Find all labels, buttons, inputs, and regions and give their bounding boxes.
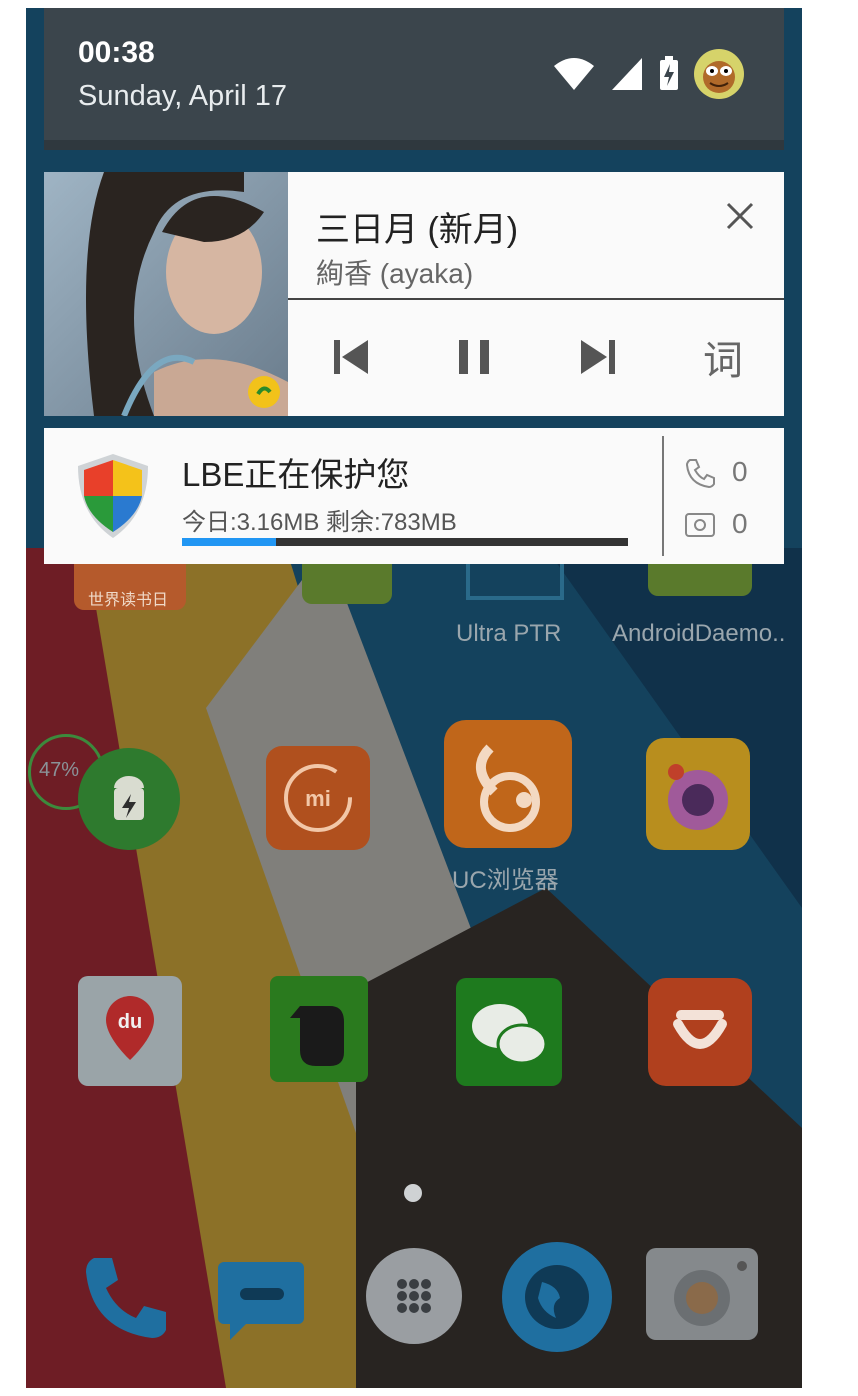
app-camera360[interactable] <box>646 738 750 850</box>
header-shadow <box>44 140 784 150</box>
clock-date: Sunday, April 17 <box>78 80 288 112</box>
data-usage-progress <box>182 538 628 546</box>
avatar-face-icon <box>703 61 735 93</box>
lbe-title: LBE正在保护您 <box>182 456 410 493</box>
battery-percent: 47% <box>39 759 80 781</box>
app-mi[interactable]: mi <box>266 746 370 850</box>
music-notification[interactable]: 三日月 (新月) 絢香 (ayaka) 词 <box>44 172 784 416</box>
close-icon <box>726 202 754 230</box>
svg-text:du: du <box>118 1011 142 1033</box>
status-icons <box>552 48 744 100</box>
skip-previous-icon <box>334 340 368 374</box>
mi-logo-icon: mi <box>284 764 352 832</box>
battery-charging-icon <box>660 56 678 90</box>
dock-phone[interactable] <box>76 1246 180 1346</box>
blocked-messages-count: 0 <box>732 508 748 539</box>
app-label-ultra-ptr: Ultra PTR <box>456 620 562 647</box>
data-usage-fill <box>182 538 276 546</box>
shield-icon <box>78 454 148 538</box>
skip-next-icon <box>581 340 615 374</box>
song-title: 三日月 (新月) <box>316 211 519 249</box>
app-uc-browser[interactable] <box>444 720 572 848</box>
chat-bubbles-icon <box>472 1004 548 1065</box>
elephant-icon <box>290 1006 344 1066</box>
phone-screen: 世界读书日 Ultra PTR AndroidDaemo.. 47% mi UC… <box>26 8 802 1388</box>
clock-time: 00:38 <box>78 36 155 69</box>
lbe-divider <box>662 436 664 556</box>
app-wechat[interactable] <box>456 978 562 1086</box>
apps-grid-icon <box>397 1279 431 1313</box>
page-indicator-dot <box>404 1184 422 1202</box>
cell-signal-icon <box>612 58 642 90</box>
squirrel-icon <box>476 744 540 832</box>
media-divider <box>288 298 784 300</box>
app-smile[interactable] <box>648 978 752 1086</box>
call-icon <box>685 459 715 488</box>
phone-icon <box>86 1258 166 1338</box>
dock-messages[interactable] <box>216 1258 326 1348</box>
lyrics-label: 词 <box>703 339 743 383</box>
dock-camera[interactable] <box>646 1248 758 1340</box>
song-artist: 絢香 (ayaka) <box>316 258 474 289</box>
dock-app-drawer[interactable] <box>366 1248 462 1344</box>
camera-icon <box>674 1261 747 1326</box>
app-label-android-daemon: AndroidDaemo.. <box>612 620 786 647</box>
close-button[interactable] <box>720 196 760 236</box>
message-icon <box>685 513 715 537</box>
next-button[interactable] <box>561 320 635 394</box>
smile-icon <box>673 1010 727 1049</box>
svg-text:mi: mi <box>305 786 331 811</box>
pause-icon <box>459 340 489 374</box>
camera-lens-icon <box>668 764 728 830</box>
lbe-data-stats: 今日:3.16MB 剩余:783MB <box>182 509 457 536</box>
previous-button[interactable] <box>314 320 388 394</box>
album-art <box>44 172 288 416</box>
status-header: 00:38 Sunday, April 17 <box>44 8 784 140</box>
app-evernote[interactable] <box>270 976 368 1082</box>
user-avatar[interactable] <box>694 49 744 99</box>
app-world-reading-day[interactable]: 世界读书日 <box>74 556 186 610</box>
app-badge-label: 世界读书日 <box>88 592 169 609</box>
message-bubble-icon <box>218 1262 304 1340</box>
lbe-security-notification[interactable]: LBE正在保护您 今日:3.16MB 剩余:783MB 0 0 <box>44 428 784 564</box>
app-label-uc-browser: UC浏览器 <box>452 867 559 894</box>
pause-button[interactable] <box>437 320 511 394</box>
album-cover-image <box>44 172 288 416</box>
blocked-calls-count: 0 <box>732 456 748 487</box>
dock-browser[interactable] <box>502 1242 612 1352</box>
map-pin-icon: du <box>106 996 154 1060</box>
android-robot-icon <box>114 776 144 820</box>
lyrics-button[interactable]: 词 <box>686 320 760 394</box>
app-baidu-maps[interactable]: du <box>78 976 182 1086</box>
app-battery-doctor[interactable] <box>78 748 180 850</box>
globe-icon <box>525 1265 589 1329</box>
wifi-icon <box>554 58 594 90</box>
